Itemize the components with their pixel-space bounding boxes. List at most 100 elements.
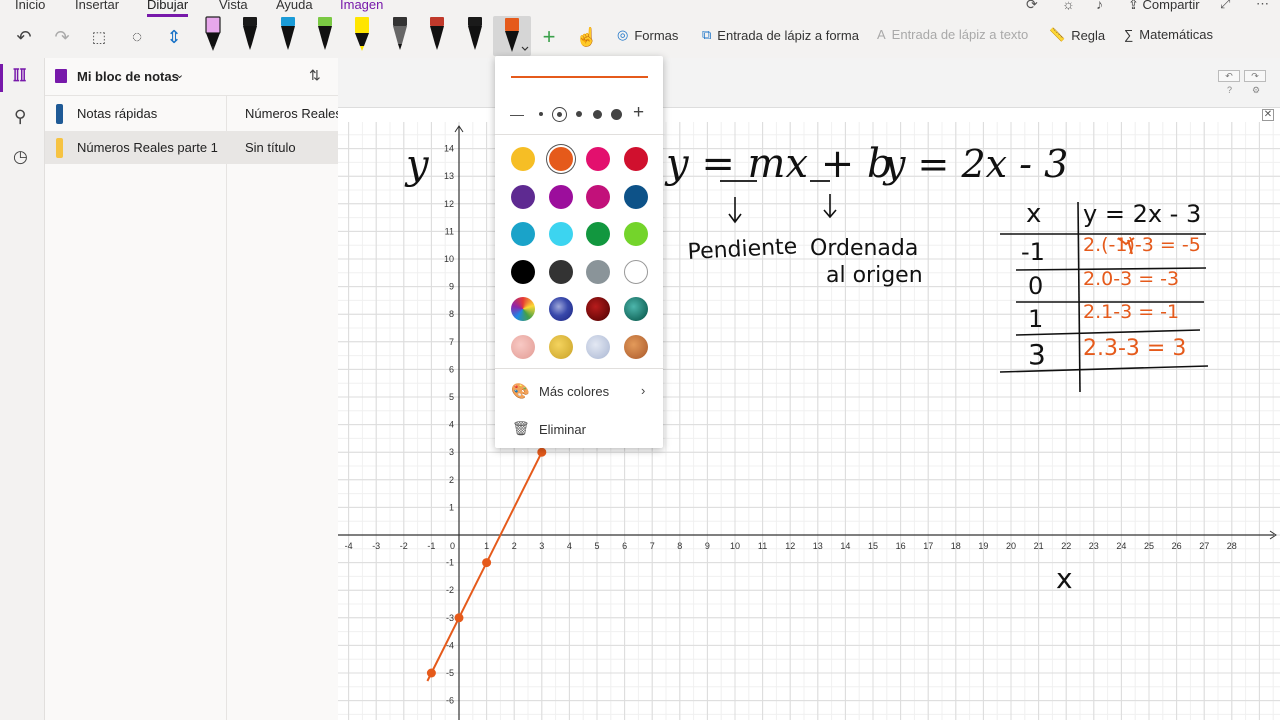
formas-button[interactable]: ◎ Formas (617, 27, 678, 43)
thickness-option[interactable] (576, 111, 582, 117)
math-label: Matemáticas (1139, 27, 1213, 42)
pen-tool[interactable] (203, 16, 223, 54)
color-swatch[interactable] (586, 259, 610, 284)
expand-icon[interactable]: ⤢ (1220, 0, 1230, 12)
color-swatch[interactable] (586, 297, 610, 321)
tab-insertar[interactable]: Insertar (75, 0, 119, 12)
graph-close-icon[interactable]: ✕ (1262, 109, 1274, 121)
redo-icon[interactable]: ↷ (49, 24, 75, 50)
undo-icon[interactable]: ↶ (11, 24, 37, 50)
pen-tool[interactable] (390, 16, 410, 54)
ink-to-shape-button[interactable]: ⧉ Entrada de lápiz a forma (702, 27, 859, 43)
popup-divider (495, 134, 663, 135)
thickness-option[interactable] (593, 110, 602, 119)
thickness-decrease-button[interactable]: — (510, 106, 524, 122)
section-item-notas-rapidas[interactable]: Notas rápidas (45, 97, 226, 130)
ink-to-text-button[interactable]: A Entrada de lápiz a texto (877, 27, 1028, 42)
color-swatch[interactable] (511, 334, 535, 359)
page-item-numeros-reales[interactable]: Números Reales parte 1 (226, 97, 338, 130)
graph-toolbar-strip: ↶ ↷ ? ⚙ (338, 58, 1280, 108)
color-swatch[interactable] (548, 184, 573, 209)
table-y-cell: 2.1-3 = -1 (1083, 301, 1179, 323)
color-swatch[interactable] (623, 147, 648, 171)
share-button[interactable]: ⇪ Compartir (1128, 0, 1200, 13)
add-pen-icon[interactable]: + (536, 24, 562, 50)
more-options-icon[interactable]: ⋯ (1256, 0, 1269, 12)
lightbulb-icon[interactable]: ☼ (1062, 0, 1075, 12)
color-swatch[interactable] (623, 222, 648, 246)
chevron-right-icon: › (641, 383, 646, 398)
graph-settings-icon[interactable]: ⚙ (1252, 85, 1260, 96)
color-swatch[interactable] (511, 184, 535, 209)
lasso-add-icon[interactable]: ◌ (124, 24, 150, 50)
selected-pen[interactable] (493, 16, 531, 56)
ruler-label: Regla (1071, 27, 1106, 43)
color-swatch[interactable] (548, 259, 573, 284)
color-swatch[interactable] (623, 334, 648, 359)
add-space-icon[interactable]: ⇕ (161, 24, 187, 50)
color-swatch[interactable] (586, 147, 610, 171)
navigation-pane: Mi bloc de notas ⌄ ⇅ Notas rápidas Númer… (45, 58, 338, 720)
arrow-m (728, 197, 742, 224)
recent-icon[interactable]: ◷ (13, 147, 28, 167)
more-colors-button[interactable]: 🎨 Más colores › (495, 374, 663, 410)
sync-icon[interactable]: ⟳ (1026, 0, 1038, 13)
pen-tool[interactable] (240, 16, 260, 54)
tab-inicio[interactable]: Inicio (15, 0, 45, 12)
color-swatch[interactable] (586, 184, 610, 209)
thickness-option-selected[interactable] (552, 107, 567, 122)
nav-divider (226, 96, 227, 720)
thickness-increase-button[interactable]: + (633, 102, 644, 124)
tab-dibujar[interactable]: Dibujar (147, 0, 189, 17)
touch-drawing-icon[interactable]: ☝ (574, 24, 600, 50)
search-icon[interactable]: ⚲ (14, 107, 26, 127)
math-button[interactable]: ∑ Matemáticas (1124, 27, 1213, 42)
color-swatch[interactable] (623, 184, 648, 209)
y-axis-handwritten-label: y (404, 142, 430, 188)
lasso-select-icon[interactable]: ⬚ (86, 24, 112, 50)
notebook-title[interactable]: Mi bloc de notas (77, 69, 179, 84)
graph-help-icon[interactable]: ? (1227, 85, 1232, 95)
chevron-down-icon[interactable]: ⌄ (175, 68, 184, 81)
color-swatch[interactable] (623, 259, 648, 284)
color-swatch[interactable] (548, 297, 573, 321)
ink-to-shape-label: Entrada de lápiz a forma (717, 27, 859, 43)
thickness-option[interactable] (611, 109, 622, 120)
page-canvas[interactable]: ↶ ↷ ? ⚙ ✕ -4 -3 -2 -1 0 1 2 3 4 5 6 7 8 9 10 11 12 13 14 15… (338, 58, 1280, 720)
color-swatch[interactable] (623, 297, 648, 321)
bell-icon[interactable]: ♪ (1096, 0, 1103, 12)
page-item-sin-titulo[interactable]: Sin título (226, 131, 338, 164)
color-swatch[interactable] (511, 147, 535, 171)
color-swatch[interactable] (586, 222, 610, 246)
pen-tool[interactable] (427, 16, 447, 54)
color-swatch[interactable] (511, 297, 535, 321)
tab-vista[interactable]: Vista (219, 0, 248, 12)
more-colors-label: Más colores (539, 384, 610, 399)
notebook-icon (55, 69, 67, 83)
table-y-cell: 2.0-3 = -3 (1083, 268, 1179, 290)
color-swatch[interactable] (548, 334, 573, 359)
color-swatch[interactable] (511, 259, 535, 284)
color-swatch[interactable] (548, 147, 573, 171)
section-item-numeros-reales[interactable]: Números Reales parte 1 (45, 131, 226, 164)
pen-tool[interactable] (465, 16, 485, 54)
table-x-cell: 3 (1028, 338, 1046, 371)
palette-icon: 🎨 (511, 383, 530, 400)
pen-tool[interactable] (352, 16, 372, 54)
pen-tool[interactable] (315, 16, 335, 54)
share-icon: ⇪ (1128, 0, 1143, 12)
color-swatch[interactable] (586, 334, 610, 359)
color-swatch[interactable] (511, 222, 535, 246)
color-swatch[interactable] (548, 222, 573, 246)
notebooks-icon[interactable]: 𝕀𝕀 (13, 66, 26, 86)
pen-tool[interactable] (278, 16, 298, 54)
sort-icon[interactable]: ⇅ (309, 67, 321, 84)
ruler-button[interactable]: 📏 Regla (1049, 27, 1105, 43)
delete-pen-button[interactable]: 🗑 Eliminar (495, 411, 663, 447)
thickness-option[interactable] (539, 112, 543, 116)
graph-redo-icon[interactable]: ↷ (1244, 70, 1266, 82)
tab-imagen[interactable]: Imagen (340, 0, 383, 12)
graph-undo-icon[interactable]: ↶ (1218, 70, 1240, 82)
tab-ayuda[interactable]: Ayuda (276, 0, 313, 12)
table-x-cell: 1 (1028, 305, 1043, 333)
